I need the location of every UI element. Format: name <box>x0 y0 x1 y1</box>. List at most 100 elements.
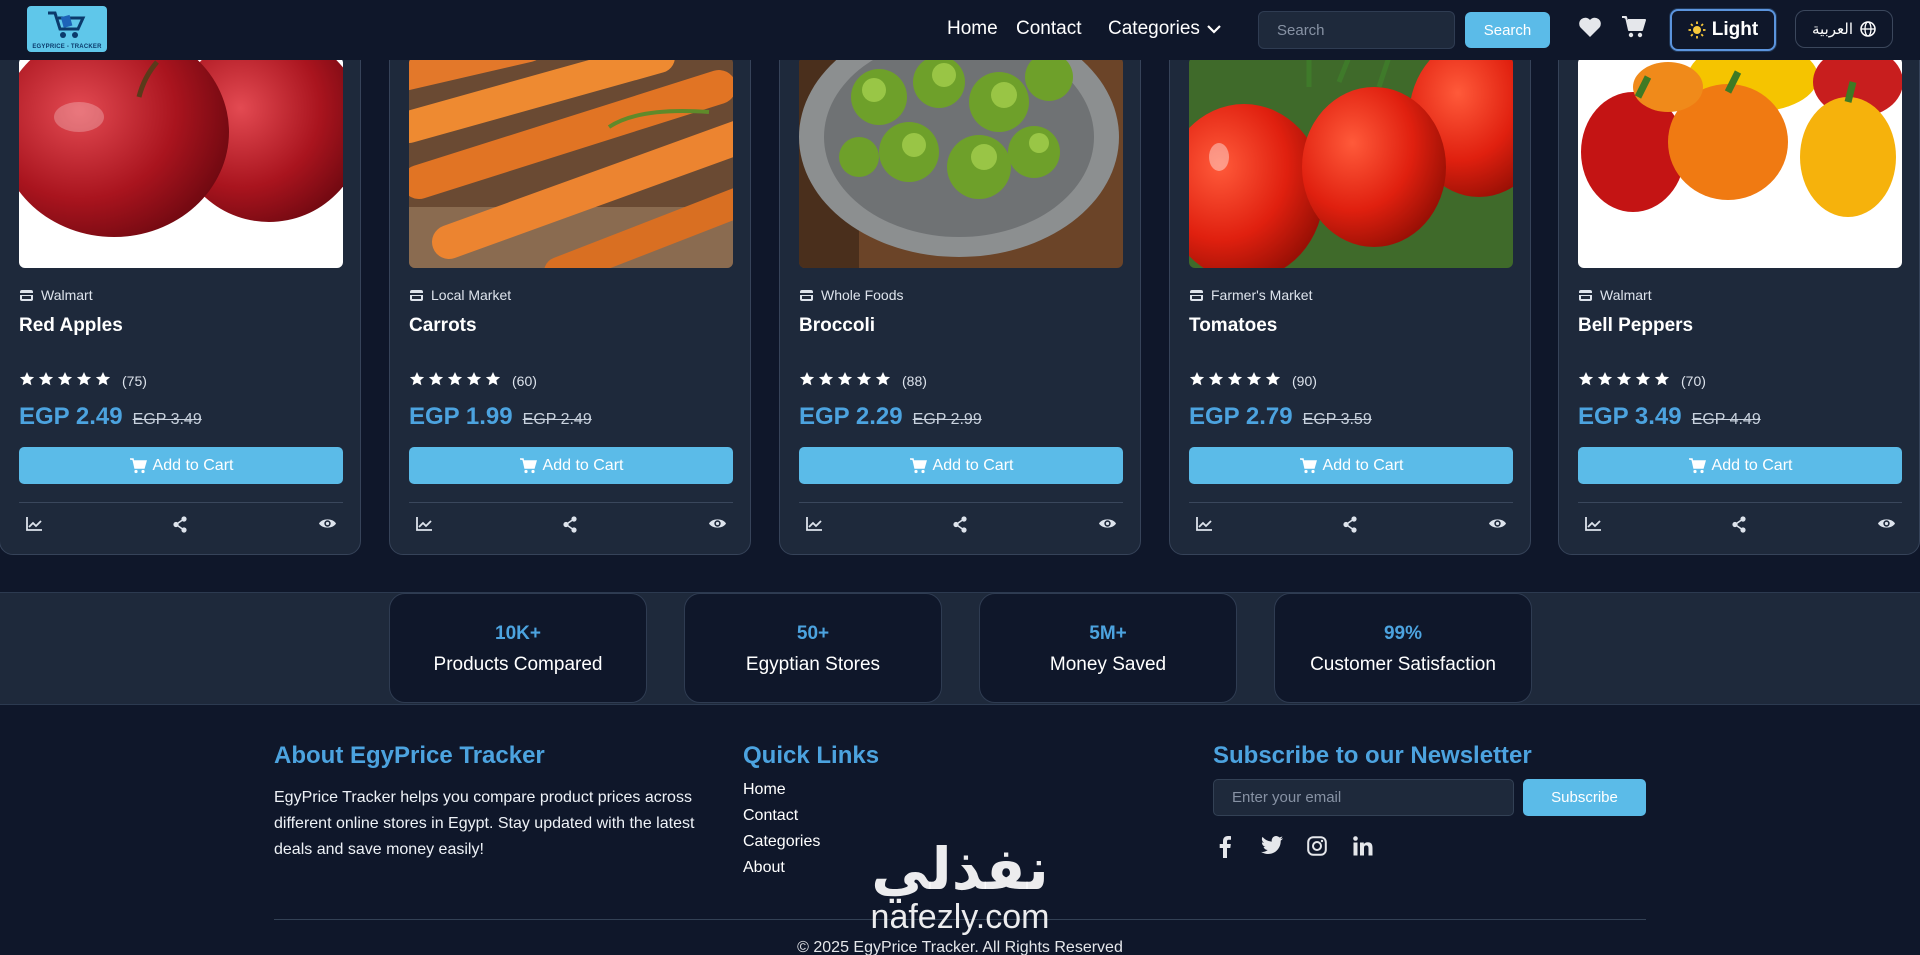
star-rating-icon <box>1578 371 1674 390</box>
stat-card: 10K+ Products Compared <box>389 593 647 703</box>
share-icon[interactable] <box>1342 516 1358 538</box>
card-divider <box>799 502 1123 503</box>
current-price: EGP 2.79 <box>1189 403 1293 430</box>
theme-toggle-button[interactable]: Light <box>1670 9 1776 51</box>
price-line: EGP 2.79 EGP 3.59 <box>1189 403 1372 431</box>
chevron-down-icon <box>1207 25 1221 34</box>
review-count: (70) <box>1681 372 1706 389</box>
current-price: EGP 2.29 <box>799 403 903 430</box>
store-icon <box>800 289 813 301</box>
product-image-broccoli[interactable] <box>799 57 1123 268</box>
card-divider <box>409 502 733 503</box>
language-toggle-button[interactable]: العربية <box>1795 10 1893 48</box>
quick-links-title: Quick Links <box>743 742 880 769</box>
price-history-icon[interactable] <box>1584 516 1602 537</box>
stat-card: 99% Customer Satisfaction <box>1274 593 1532 703</box>
old-price: EGP 2.49 <box>522 411 592 428</box>
twitter-icon[interactable] <box>1261 836 1283 860</box>
subscribe-button[interactable]: Subscribe <box>1523 779 1646 816</box>
add-to-cart-button[interactable]: Add to Cart <box>1578 447 1902 484</box>
old-price: EGP 2.99 <box>912 411 982 428</box>
cart-icon[interactable] <box>1621 15 1647 44</box>
watermark-latin: nafezly.com <box>870 898 1050 936</box>
logo-cart-icon <box>48 11 86 38</box>
view-icon[interactable] <box>1098 516 1117 536</box>
nav-contact-link[interactable]: Contact <box>1016 18 1081 40</box>
add-to-cart-button[interactable]: Add to Cart <box>409 447 733 484</box>
star-rating-icon <box>19 371 115 390</box>
instagram-icon[interactable] <box>1307 836 1327 861</box>
stat-card: 5M+ Money Saved <box>979 593 1237 703</box>
stat-label: Money Saved <box>1049 654 1167 675</box>
product-rating: (60) <box>409 371 537 390</box>
price-history-icon[interactable] <box>25 516 43 537</box>
product-rating: (88) <box>799 371 927 390</box>
search-input[interactable] <box>1258 11 1455 49</box>
review-count: (90) <box>1292 372 1317 389</box>
view-icon[interactable] <box>318 516 337 536</box>
add-to-cart-button[interactable]: Add to Cart <box>1189 447 1513 484</box>
nav-categories-label: Categories <box>1108 18 1200 39</box>
product-image-tomatoes[interactable] <box>1189 57 1513 268</box>
product-name[interactable]: Bell Peppers <box>1578 315 1693 337</box>
footer-divider <box>274 919 1646 920</box>
theme-label: Light <box>1711 19 1759 40</box>
review-count: (75) <box>122 372 147 389</box>
facebook-icon[interactable] <box>1218 836 1232 863</box>
product-rating: (70) <box>1578 371 1706 390</box>
site-logo[interactable]: EGYPRICE - TRACKER <box>27 6 107 52</box>
review-count: (60) <box>512 372 537 389</box>
product-image-carrots[interactable] <box>409 57 733 268</box>
search-button[interactable]: Search <box>1465 12 1550 48</box>
add-to-cart-button[interactable]: Add to Cart <box>19 447 343 484</box>
share-icon[interactable] <box>172 516 188 538</box>
nav-home-link[interactable]: Home <box>947 18 998 40</box>
price-history-icon[interactable] <box>415 516 433 537</box>
add-to-cart-button[interactable]: Add to Cart <box>799 447 1123 484</box>
share-icon[interactable] <box>1731 516 1747 538</box>
price-history-icon[interactable] <box>1195 516 1213 537</box>
stat-value: 10K+ <box>495 623 541 644</box>
newsletter-email-field[interactable] <box>1213 779 1514 816</box>
star-rating-icon <box>409 371 505 390</box>
product-card: Whole Foods Broccoli (88) EGP 2.29 EGP 2… <box>779 0 1141 555</box>
current-price: EGP 3.49 <box>1578 403 1682 430</box>
share-icon[interactable] <box>562 516 578 538</box>
product-card: Walmart Red Apples (75) EGP 2.49 EGP 3.4… <box>0 0 361 555</box>
footer-link-contact[interactable]: Contact <box>743 807 798 825</box>
cart-icon <box>1299 457 1317 473</box>
globe-icon <box>1860 21 1876 37</box>
footer-link-categories[interactable]: Categories <box>743 833 820 851</box>
logo-text: EGYPRICE - TRACKER <box>32 44 102 50</box>
view-icon[interactable] <box>1877 516 1896 536</box>
linkedin-icon[interactable] <box>1353 836 1373 861</box>
product-name[interactable]: Carrots <box>409 315 477 337</box>
product-name[interactable]: Broccoli <box>799 315 875 337</box>
footer-link-home[interactable]: Home <box>743 781 786 799</box>
cart-icon <box>1688 457 1706 473</box>
store-label: Walmart <box>19 287 93 303</box>
view-icon[interactable] <box>708 516 727 536</box>
store-label: Walmart <box>1578 287 1652 303</box>
heart-icon[interactable] <box>1578 16 1602 43</box>
stat-value: 99% <box>1383 623 1423 644</box>
product-image-bell-peppers[interactable] <box>1578 57 1902 268</box>
old-price: EGP 4.49 <box>1691 411 1761 428</box>
nav-categories-dropdown[interactable]: Categories <box>1108 18 1222 40</box>
price-line: EGP 2.49 EGP 3.49 <box>19 403 202 431</box>
price-history-icon[interactable] <box>805 516 823 537</box>
newsletter-title: Subscribe to our Newsletter <box>1213 742 1532 769</box>
view-icon[interactable] <box>1488 516 1507 536</box>
product-name[interactable]: Tomatoes <box>1189 315 1277 337</box>
share-icon[interactable] <box>952 516 968 538</box>
product-name[interactable]: Red Apples <box>19 315 123 337</box>
cart-icon <box>909 457 927 473</box>
product-card: Local Market Carrots (60) EGP 1.99 EGP 2… <box>389 0 751 555</box>
stats-section <box>0 592 1920 705</box>
cart-icon <box>519 457 537 473</box>
product-image-red-apples[interactable] <box>19 57 343 268</box>
store-label: Whole Foods <box>799 287 903 303</box>
language-label: العربية <box>1812 20 1853 38</box>
store-label: Farmer's Market <box>1189 287 1312 303</box>
footer-link-about[interactable]: About <box>743 859 785 877</box>
